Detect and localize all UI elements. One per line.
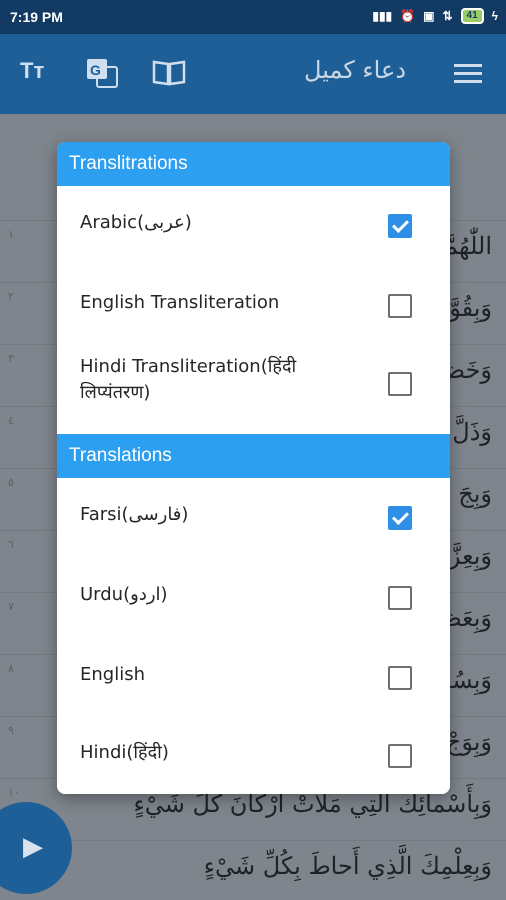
verse-number: ٥ xyxy=(8,476,14,489)
checkbox[interactable] xyxy=(388,744,412,768)
checkbox[interactable] xyxy=(388,294,412,318)
translate-icon[interactable]: G xyxy=(86,58,118,94)
option-arabic[interactable]: Arabic(عربی) xyxy=(57,186,450,266)
checkbox[interactable] xyxy=(388,214,412,238)
app-bar: Tт G دعاء كميل xyxy=(0,34,506,114)
app-title: دعاء كميل xyxy=(304,56,406,84)
status-bar: 7:19 PM ▮▮▮ ⏰ ▣ ⇅ 41 ϟ xyxy=(0,0,506,34)
option-label: Farsi(فارسی) xyxy=(80,504,189,525)
play-icon: ▶ xyxy=(23,832,43,862)
verse-number: ٣ xyxy=(8,352,14,365)
verse-text[interactable]: وَبِوَجْ xyxy=(446,728,492,756)
option-english-transliteration[interactable]: English Transliteration xyxy=(57,266,450,346)
book-icon[interactable] xyxy=(152,58,186,92)
verse-number: ٦ xyxy=(8,538,14,551)
option-farsi[interactable]: Farsi(فارسی) xyxy=(57,478,450,558)
verse-number: ٢ xyxy=(8,290,14,303)
network-4g-icon: ⇅ xyxy=(442,9,453,23)
verse-number: ٨ xyxy=(8,662,14,675)
sim-icon: ▣ xyxy=(423,9,435,23)
verse-text[interactable]: وَبِعِلْمِكَ الَّذِي أَحاطَ بِكُلِّ شَيْ… xyxy=(204,852,492,880)
svg-text:G: G xyxy=(90,62,101,78)
row-separator xyxy=(0,840,506,841)
option-english[interactable]: English xyxy=(57,638,450,716)
option-label: Hindi(हिंदी) xyxy=(80,742,169,763)
text-size-icon[interactable]: Tт xyxy=(20,58,44,84)
verse-text[interactable]: وَذَلَّ xyxy=(452,418,492,446)
status-time: 7:19 PM xyxy=(10,9,63,25)
display-options-dialog: Translitrations Arabic(عربی) English Tra… xyxy=(57,142,450,794)
option-hindi[interactable]: Hindi(हिंदी) xyxy=(57,716,450,794)
verse-text[interactable]: وَبِأَسْمائِكَ الَّتِي مَلأَتْ أَرْكانَ … xyxy=(133,790,492,818)
section-header-transliterations: Translitrations xyxy=(57,142,450,186)
verse-text[interactable]: وَبِقُوَّ xyxy=(449,294,492,322)
checkbox[interactable] xyxy=(388,666,412,690)
option-urdu[interactable]: Urdu(اردو) xyxy=(57,558,450,638)
charging-icon: ϟ xyxy=(491,9,498,23)
verse-number: ٩ xyxy=(8,724,14,737)
checkbox[interactable] xyxy=(388,586,412,610)
option-label: Hindi Transliteration(हिंदी लिप्यंतरण) xyxy=(80,356,297,403)
verse-text[interactable]: وَبِعِزَّ xyxy=(449,542,492,570)
option-label: English xyxy=(80,664,145,685)
signal-icon: ▮▮▮ xyxy=(372,9,393,23)
section-header-translations: Translations xyxy=(57,434,450,478)
alarm-icon: ⏰ xyxy=(400,9,416,23)
battery-icon: 41 xyxy=(460,8,484,24)
verse-text[interactable]: وَبِجَ xyxy=(458,480,492,508)
verse-number: ٤ xyxy=(8,414,14,427)
verse-number: ١٠ xyxy=(8,786,20,799)
verse-text[interactable]: اللّٰهُمَّ xyxy=(443,232,492,260)
checkbox[interactable] xyxy=(388,506,412,530)
option-hindi-transliteration[interactable]: Hindi Transliteration(हिंदी लिप्यंतरण) xyxy=(57,346,450,434)
menu-icon[interactable] xyxy=(454,62,482,90)
status-icons: ▮▮▮ ⏰ ▣ ⇅ 41 ϟ xyxy=(372,8,498,24)
option-label: English Transliteration xyxy=(80,292,280,313)
option-label: Urdu(اردو) xyxy=(80,584,168,605)
verse-number: ١ xyxy=(8,228,14,241)
verse-number: ٧ xyxy=(8,600,14,613)
checkbox[interactable] xyxy=(388,372,412,396)
option-label: Arabic(عربی) xyxy=(80,212,192,233)
